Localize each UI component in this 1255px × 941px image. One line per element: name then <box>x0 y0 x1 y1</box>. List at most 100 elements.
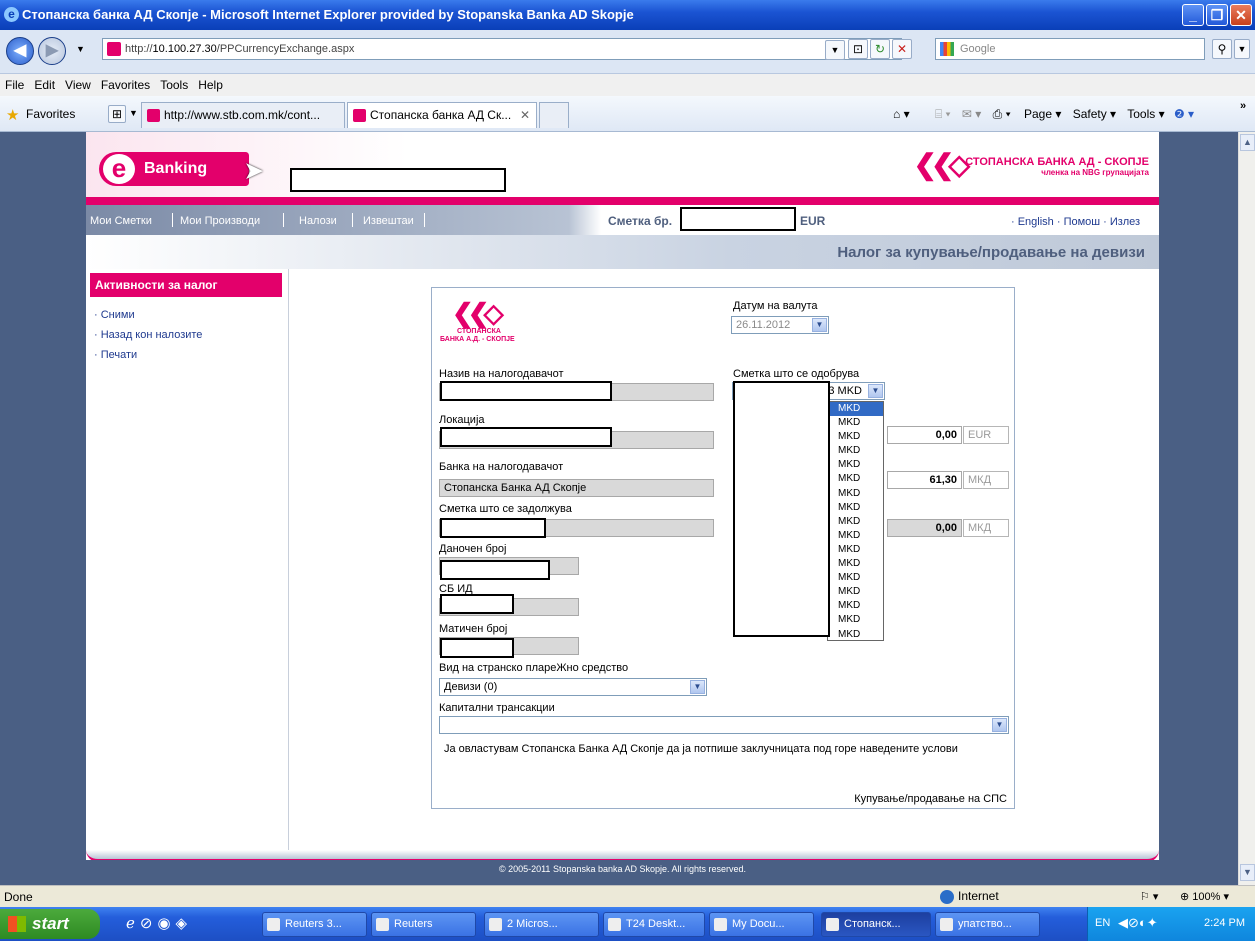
dropdown-option[interactable]: MKD <box>828 529 883 543</box>
minimize-button[interactable]: _ <box>1182 4 1204 26</box>
search-icon[interactable]: ⚲ <box>1212 39 1232 59</box>
sidebar-link-back[interactable]: · Назад кон налозите <box>94 329 202 341</box>
start-button[interactable]: start <box>0 909 100 939</box>
maximize-button[interactable]: ❐ <box>1206 4 1228 26</box>
task-reuters[interactable]: Reuters <box>371 912 476 937</box>
print-icon[interactable]: ⎙ ▾ <box>993 107 1011 121</box>
url-path: /PPCurrencyExchange.aspx <box>216 43 355 55</box>
capital-select[interactable]: ▼ <box>439 716 1009 734</box>
ebanking-e-icon: e <box>103 154 135 184</box>
nav-reports[interactable]: Извештаи <box>363 215 414 227</box>
mail-icon[interactable]: ✉ ▾ <box>962 107 981 121</box>
menu-tools[interactable]: Tools <box>155 74 193 92</box>
url-input[interactable]: http://10.100.27.30/PPCurrencyExchange.a… <box>102 38 902 60</box>
account-label: Сметка бр. <box>608 214 673 228</box>
refresh-icon[interactable]: ↻ <box>870 39 890 59</box>
menu-favorites[interactable]: Favorites <box>96 74 155 92</box>
credit-account-dropdown-list[interactable]: MKD MKD MKD MKD MKD MKD MKD MKD MKD MKD … <box>827 401 884 641</box>
home-icon[interactable]: ⌂ ▾ <box>893 107 910 121</box>
menu-edit[interactable]: Edit <box>29 74 60 92</box>
dropdown-option[interactable]: MKD <box>828 557 883 571</box>
url-dropdown-icon[interactable]: ▼ <box>825 40 845 60</box>
payment-type-label: Вид на странско плареЖно средство <box>439 662 629 674</box>
authorization-text: Ја овластувам Стопанска Банка АД Скопје … <box>444 743 958 755</box>
dropdown-option[interactable]: MKD <box>828 613 883 627</box>
quick-tabs-icon[interactable]: ⊞ <box>108 105 126 123</box>
task-reuters3[interactable]: Reuters 3... <box>262 912 367 937</box>
new-tab-button[interactable] <box>539 102 569 128</box>
dropdown-option[interactable]: MKD <box>828 571 883 585</box>
back-icon[interactable]: ◀ <box>6 37 34 65</box>
zone-label: Internet <box>958 889 999 903</box>
dropdown-option[interactable]: MKD <box>828 515 883 529</box>
app-icon <box>489 918 502 931</box>
logout-link[interactable]: · Излез <box>1103 216 1140 228</box>
task-t24[interactable]: T24 Deskt... <box>603 912 705 937</box>
tray-icons[interactable]: ◀⊘◐✦ <box>1118 915 1158 931</box>
value-date-select[interactable]: 26.11.2012 ▼ <box>731 316 829 334</box>
menu-help[interactable]: Help <box>193 74 228 92</box>
tools-menu[interactable]: Tools ▾ <box>1127 107 1164 121</box>
search-options-icon[interactable]: ▼ <box>1234 39 1250 59</box>
dropdown-option[interactable]: MKD <box>828 628 883 642</box>
dropdown-option[interactable]: MKD <box>828 599 883 613</box>
redacted-user-name <box>290 168 506 192</box>
safety-menu[interactable]: Safety ▾ <box>1073 107 1116 121</box>
dropdown-option[interactable]: MKD <box>828 543 883 557</box>
location-label: Локација <box>439 414 485 426</box>
quick-launch-icons[interactable]: ℯ⊘◉◈ <box>126 914 192 932</box>
dropdown-option[interactable]: MKD <box>828 416 883 430</box>
favorites-label[interactable]: Favorites <box>26 107 75 121</box>
protected-mode-icon[interactable]: ⚐ ▾ <box>1140 890 1158 903</box>
tab-stb[interactable]: http://www.stb.com.mk/cont... <box>141 102 345 128</box>
task-upatstvo[interactable]: упатство... <box>935 912 1040 937</box>
dropdown-option[interactable]: MKD <box>828 444 883 458</box>
globe-icon <box>940 889 954 904</box>
dropdown-option[interactable]: MKD <box>828 585 883 599</box>
zoom-control[interactable]: ⊕ 100% ▾ <box>1180 890 1229 903</box>
sidebar-link-save[interactable]: · Сними <box>94 309 135 321</box>
nav-orders[interactable]: Налози <box>299 215 337 227</box>
chevron-right-icon[interactable]: » <box>1240 100 1246 112</box>
close-button[interactable]: ✕ <box>1230 4 1252 26</box>
task-label: My Docu... <box>732 918 785 930</box>
buy-sell-link[interactable]: Купување/продавање на СПС <box>854 793 1007 805</box>
favorites-star-icon[interactable]: ★ <box>6 106 19 124</box>
english-link[interactable]: · English <box>1011 216 1054 228</box>
dropdown-option[interactable]: MKD <box>828 487 883 501</box>
dropdown-option[interactable]: MKD <box>828 402 883 417</box>
stop-icon[interactable]: ✕ <box>892 39 912 59</box>
page-menu[interactable]: Page ▾ <box>1024 107 1061 121</box>
scroll-down-icon[interactable]: ▼ <box>1240 864 1255 881</box>
tab-list-icon[interactable]: ▼ <box>129 108 138 118</box>
task-stopanska[interactable]: Стопанск... <box>821 912 931 937</box>
dropdown-option[interactable]: MKD <box>828 458 883 472</box>
amount-eur-field[interactable]: 0,00 <box>887 426 962 444</box>
task-my-documents[interactable]: My Docu... <box>709 912 814 937</box>
chevron-down-icon: ▼ <box>868 384 883 398</box>
search-input[interactable]: Google <box>935 38 1205 60</box>
menu-file[interactable]: File <box>0 74 29 92</box>
amount-mkd-field[interactable]: 61,30 <box>887 471 962 489</box>
task-microsoft[interactable]: 2 Micros... <box>484 912 599 937</box>
dropdown-option[interactable]: MKD <box>828 501 883 515</box>
menu-view[interactable]: View <box>60 74 96 92</box>
payment-type-select[interactable]: Девизи (0) ▼ <box>439 678 707 696</box>
feeds-icon[interactable]: ⌸ ▾ <box>935 107 951 121</box>
tab-close-icon[interactable]: ✕ <box>520 103 530 127</box>
vertical-scrollbar[interactable]: ▲ ▼ <box>1238 132 1255 885</box>
compatibility-icon[interactable]: ⊡ <box>848 39 868 59</box>
help-link[interactable]: · Помош <box>1057 216 1100 228</box>
language-indicator[interactable]: EN <box>1095 917 1110 929</box>
dropdown-option[interactable]: MKD <box>828 430 883 444</box>
history-dropdown-icon[interactable]: ▼ <box>76 44 85 54</box>
tab-active-bank[interactable]: Стопанска банка АД Ск... ✕ <box>347 102 537 128</box>
scroll-up-icon[interactable]: ▲ <box>1240 134 1255 151</box>
help-icon[interactable]: ❷ ▾ <box>1174 107 1194 121</box>
sidebar-link-print[interactable]: · Печати <box>94 349 137 361</box>
dropdown-option[interactable]: MKD <box>828 472 883 486</box>
forward-icon[interactable]: ▶ <box>38 37 66 65</box>
nav-my-accounts[interactable]: Мои Сметки <box>90 215 152 227</box>
nav-separator <box>424 213 425 227</box>
nav-my-products[interactable]: Мои Производи <box>180 215 260 227</box>
